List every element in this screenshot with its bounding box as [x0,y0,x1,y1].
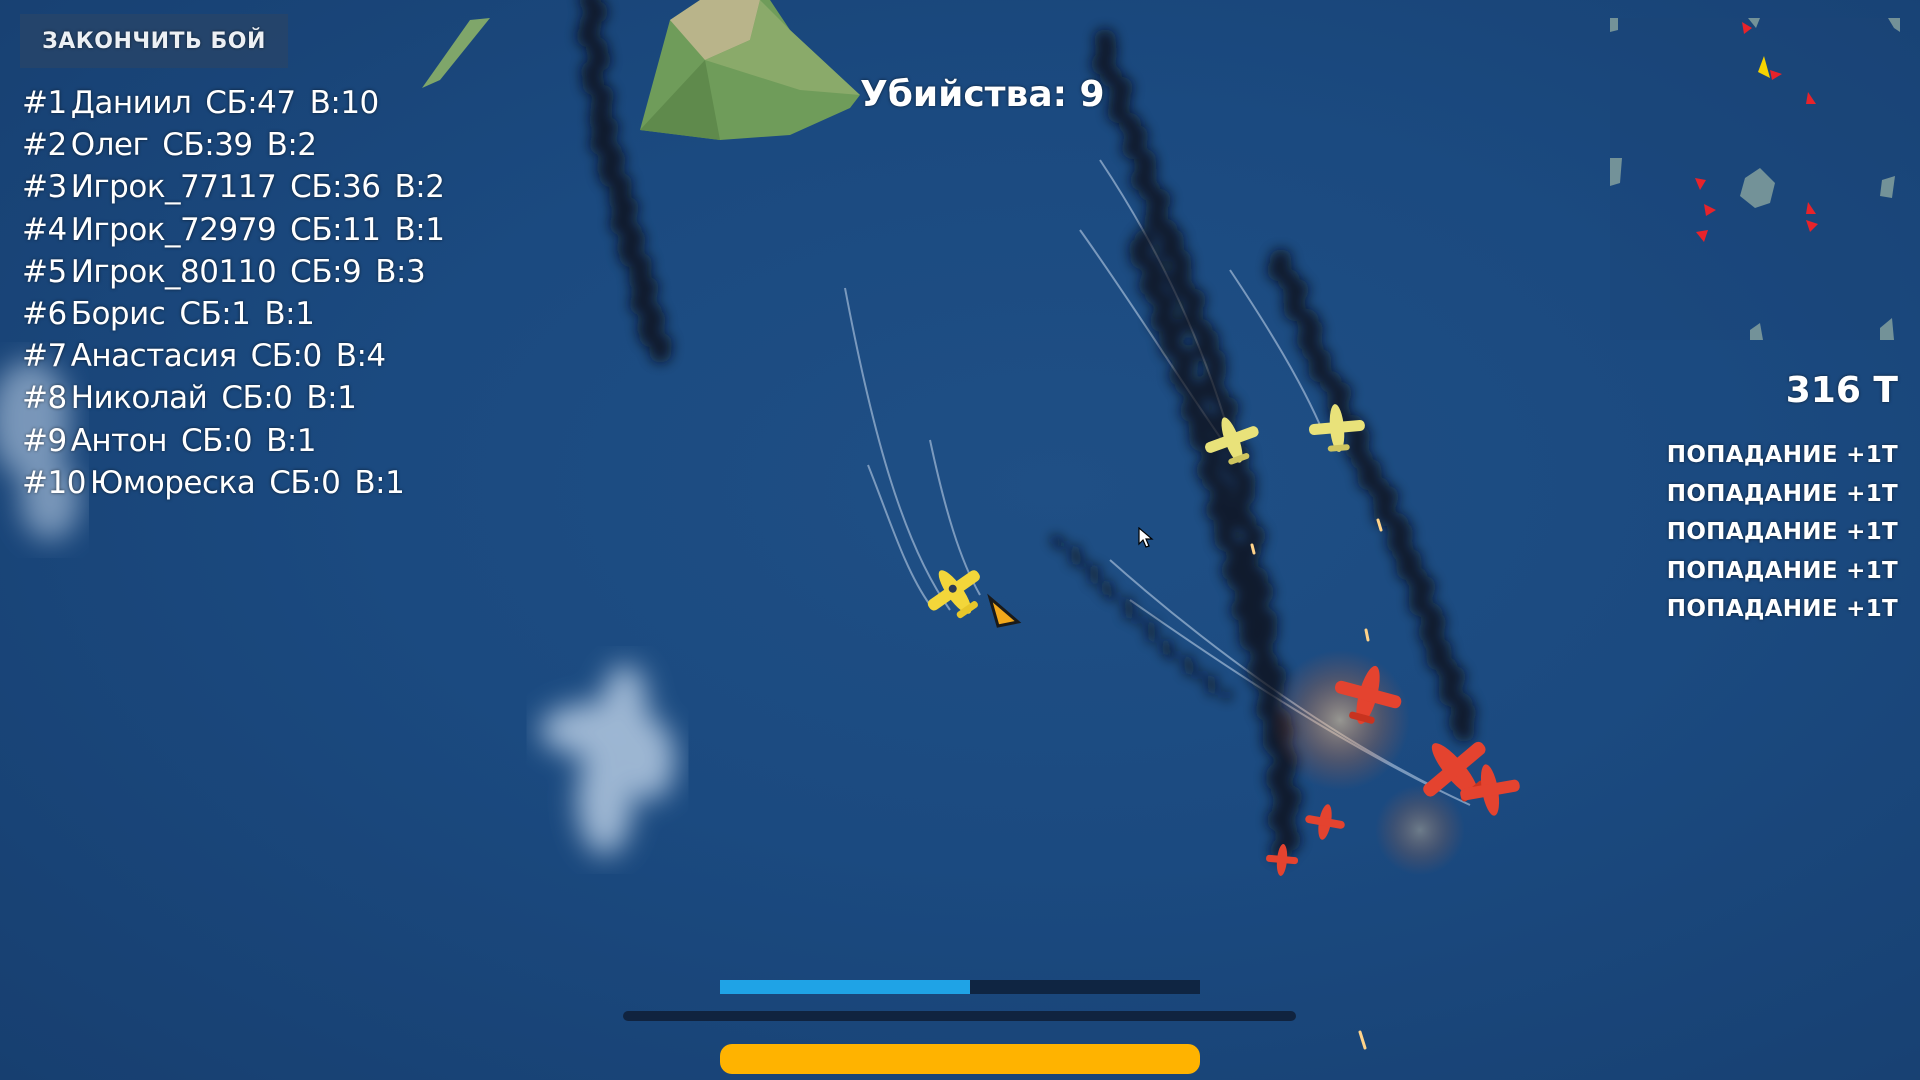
leaderboard-rank: #6 [22,295,67,332]
leaderboard-kills: В:10 [309,85,380,121]
cloud [540,665,675,855]
leaderboard-score: СБ:1 [179,295,251,332]
leaderboard-rank: #9 [22,422,67,459]
leaderboard-row: #2 Олег СБ:39 В:2 [22,124,462,166]
leaderboard-player-name: Даниил [70,85,192,121]
island [640,0,860,140]
hit-feed-item: ПОПАДАНИЕ +1Т [1666,442,1898,468]
hit-feed: ПОПАДАНИЕ +1Т ПОПАДАНИЕ +1Т ПОПАДАНИЕ +1Т П… [1598,436,1898,629]
leaderboard-player-name: Антон [70,422,168,459]
minimap-enemy-marker [1742,22,1752,34]
minimap-island [1888,18,1900,32]
boost-bar-fill [720,980,970,994]
enemy-plane-icon [1305,804,1345,840]
minimap-island [1880,318,1894,340]
hit-feed-item: ПОПАДАНИЕ +1Т [1666,519,1898,545]
minimap-island [1750,323,1763,340]
minimap-island [1748,18,1760,28]
minimap-island [1610,158,1622,186]
minimap-enemy-marker [1696,230,1708,242]
leaderboard-row: #4 Игрок_72979 СБ:11 В:1 [22,209,462,251]
player-plane-icon [927,570,980,619]
health-track [623,1011,1296,1021]
minimap-enemy-marker [1806,92,1816,104]
leaderboard-player-name: Борис [70,295,166,332]
leaderboard-rank: #1 [22,85,67,121]
hit-feed-item: ПОПАДАНИЕ +1Т [1666,596,1898,622]
leaderboard-row: #3 Игрок_77117 СБ:36 В:2 [22,166,462,208]
leaderboard-rank: #4 [22,211,67,248]
leaderboard-score: СБ:0 [180,422,253,459]
leaderboard-row: #1 Даниил СБ:47 В:10 [22,82,462,124]
leaderboard-kills: В:3 [375,253,426,290]
hit-feed-item: ПОПАДАНИЕ +1Т [1666,557,1898,584]
leaderboard-score: СБ:0 [250,338,323,375]
leaderboard-kills: В:1 [394,211,445,248]
hit-feed-item: ПОПАДАНИЕ +1Т [1666,480,1898,507]
leaderboard-kills: В:2 [394,169,445,206]
minimap-enemy-marker [1806,220,1818,232]
leaderboard-rank: #8 [22,380,67,417]
leaderboard-kills: В:1 [266,422,317,459]
leaderboard-rank: #10 [22,464,86,501]
leaderboard-score: СБ:39 [162,127,253,164]
leaderboard-score: СБ:47 [205,85,296,121]
leaderboard-row: #10 Юмореска СБ:0 В:1 [22,462,462,504]
leaderboard-row: #8 Николай СБ:0 В:1 [22,377,462,419]
leaderboard-score: СБ:0 [221,380,293,417]
leaderboard-score: СБ:0 [269,464,341,501]
leaderboard-rank: #7 [22,338,67,375]
minimap-enemy-marker [1704,204,1716,216]
boost-bar [720,980,1200,994]
kills-counter: Убийства: 9 [860,74,1105,115]
direction-arrow-icon [987,593,1022,628]
leaderboard-player-name: Игрок_80110 [70,253,277,290]
leaderboard-rank: #2 [22,127,67,164]
tokens-value: 316 Т [1785,370,1898,411]
leaderboard-kills: В:1 [306,380,357,417]
leaderboard-score: СБ:11 [290,211,381,248]
minimap-island [1740,168,1775,208]
leaderboard-player-name: Николай [70,380,208,417]
explosion-glow [1375,785,1465,875]
islet [422,18,490,88]
mouse-cursor-icon [1138,527,1154,548]
minimap-island [1610,18,1618,32]
minimap [1610,18,1900,340]
minimap-enemy-marker [1770,70,1782,80]
minimap-enemy-marker [1695,178,1706,190]
explosion-glow [1270,650,1410,790]
leaderboard: #1 Даниил СБ:47 В:10 #2 Олег СБ:39 В:2 #3 Игрок_7… [22,82,462,504]
leaderboard-player-name: Юмореска [89,464,256,501]
leaderboard-kills: В:1 [354,464,405,501]
leaderboard-rank: #5 [22,253,67,290]
leaderboard-row: #7 Анастасия СБ:0 В:4 [22,335,462,377]
minimap-player-marker [1758,56,1770,78]
leaderboard-rank: #3 [22,169,67,206]
leaderboard-score: СБ:36 [290,169,381,206]
minimap-enemy-marker [1806,202,1816,214]
leaderboard-player-name: Игрок_77117 [70,169,277,206]
leaderboard-player-name: Игрок_72979 [70,211,277,248]
end-battle-button[interactable]: ЗАКОНЧИТЬ БОЙ [20,14,288,68]
leaderboard-row: #6 Борис СБ:1 В:1 [22,293,462,335]
leaderboard-kills: В:2 [266,127,317,164]
leaderboard-row: #5 Игрок_80110 СБ:9 В:3 [22,251,462,293]
ammo-bar [720,1044,1200,1074]
leaderboard-kills: В:1 [264,295,315,332]
leaderboard-player-name: Олег [70,127,149,164]
leaderboard-row: #9 Антон СБ:0 В:1 [22,420,462,462]
leaderboard-score: СБ:9 [290,253,362,290]
leaderboard-player-name: Анастасия [70,338,237,375]
minimap-island [1880,176,1895,198]
leaderboard-kills: В:4 [335,338,386,375]
